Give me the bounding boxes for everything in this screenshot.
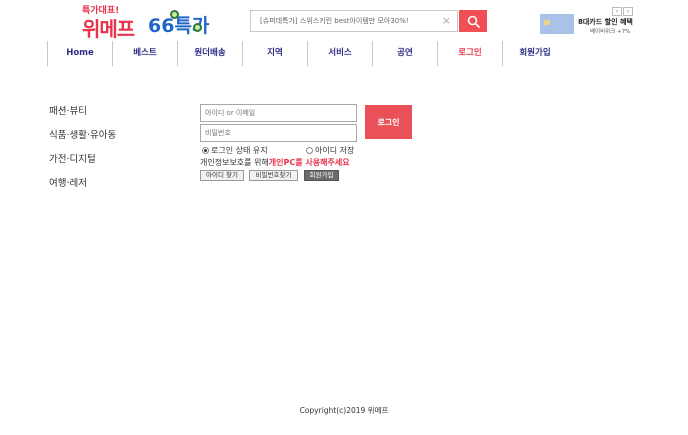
copyright-text: Copyright(c)2019 위메프 (299, 406, 389, 415)
category-food-living-kids[interactable]: 식품·생활·유아동 (49, 127, 116, 141)
ad-title[interactable]: 8대카드 할인 혜택 (578, 17, 633, 27)
nav-item-login[interactable]: 로그인 (437, 41, 502, 66)
main-nav: Home 베스트 원더배송 지역 서비스 공연 로그인 회원가입 (47, 41, 632, 66)
search-box: × (250, 10, 458, 32)
logo-dot-icon (193, 23, 202, 32)
password-input[interactable] (200, 124, 357, 142)
save-id-option[interactable]: 아이디 저장 (306, 145, 354, 156)
keep-login-label: 로그인 상태 유지 (211, 146, 268, 155)
find-password-button[interactable]: 비밀번호찾기 (249, 170, 298, 181)
id-input[interactable] (200, 104, 357, 122)
logo-dot-icon (170, 10, 179, 19)
clear-icon[interactable]: × (442, 14, 451, 28)
keep-login-radio[interactable] (202, 147, 209, 154)
search-input[interactable] (251, 11, 445, 31)
category-electronics-digital[interactable]: 가전·디지털 (49, 151, 96, 165)
keep-login-option[interactable]: 로그인 상태 유지 (202, 145, 268, 156)
logo-name: 위메프 (82, 17, 135, 41)
ad-next-button[interactable]: › (623, 7, 633, 16)
ad-prev-button[interactable]: ‹ (612, 7, 622, 16)
privacy-notice-prefix: 개인정보보호를 위해 (200, 158, 269, 167)
nav-item-wonder-delivery[interactable]: 원더배송 (177, 41, 242, 66)
signup-button[interactable]: 회원가입 (304, 170, 339, 181)
credit-card-icon[interactable] (540, 14, 574, 34)
nav-item-home[interactable]: Home (47, 41, 112, 66)
nav-item-signup[interactable]: 회원가입 (502, 41, 567, 66)
site-logo[interactable]: 특가대표! 위메프 66특가 (82, 3, 212, 41)
nav-item-service[interactable]: 서비스 (307, 41, 372, 66)
nav-item-best[interactable]: 베스트 (112, 41, 177, 66)
category-travel-leisure[interactable]: 여행·레저 (49, 175, 87, 189)
save-id-radio[interactable] (306, 147, 313, 154)
search-button[interactable] (459, 10, 487, 32)
ad-subtitle: 베이비위크 +7% (590, 29, 631, 35)
nav-item-region[interactable]: 지역 (242, 41, 307, 66)
privacy-notice-highlight: 개인PC를 사용해주세요 (268, 158, 350, 167)
search-icon (467, 15, 480, 28)
login-button[interactable]: 로그인 (365, 105, 412, 139)
category-fashion-beauty[interactable]: 패션·뷰티 (49, 103, 87, 117)
card-chip-icon (544, 20, 550, 25)
nav-item-performance[interactable]: 공연 (372, 41, 437, 66)
ad-pager: ‹ › (612, 7, 633, 16)
save-id-label: 아이디 저장 (315, 146, 355, 155)
privacy-notice: 개인정보보호를 위해개인PC를 사용해주세요 (200, 157, 350, 168)
find-id-button[interactable]: 아이디 찾기 (200, 170, 244, 181)
